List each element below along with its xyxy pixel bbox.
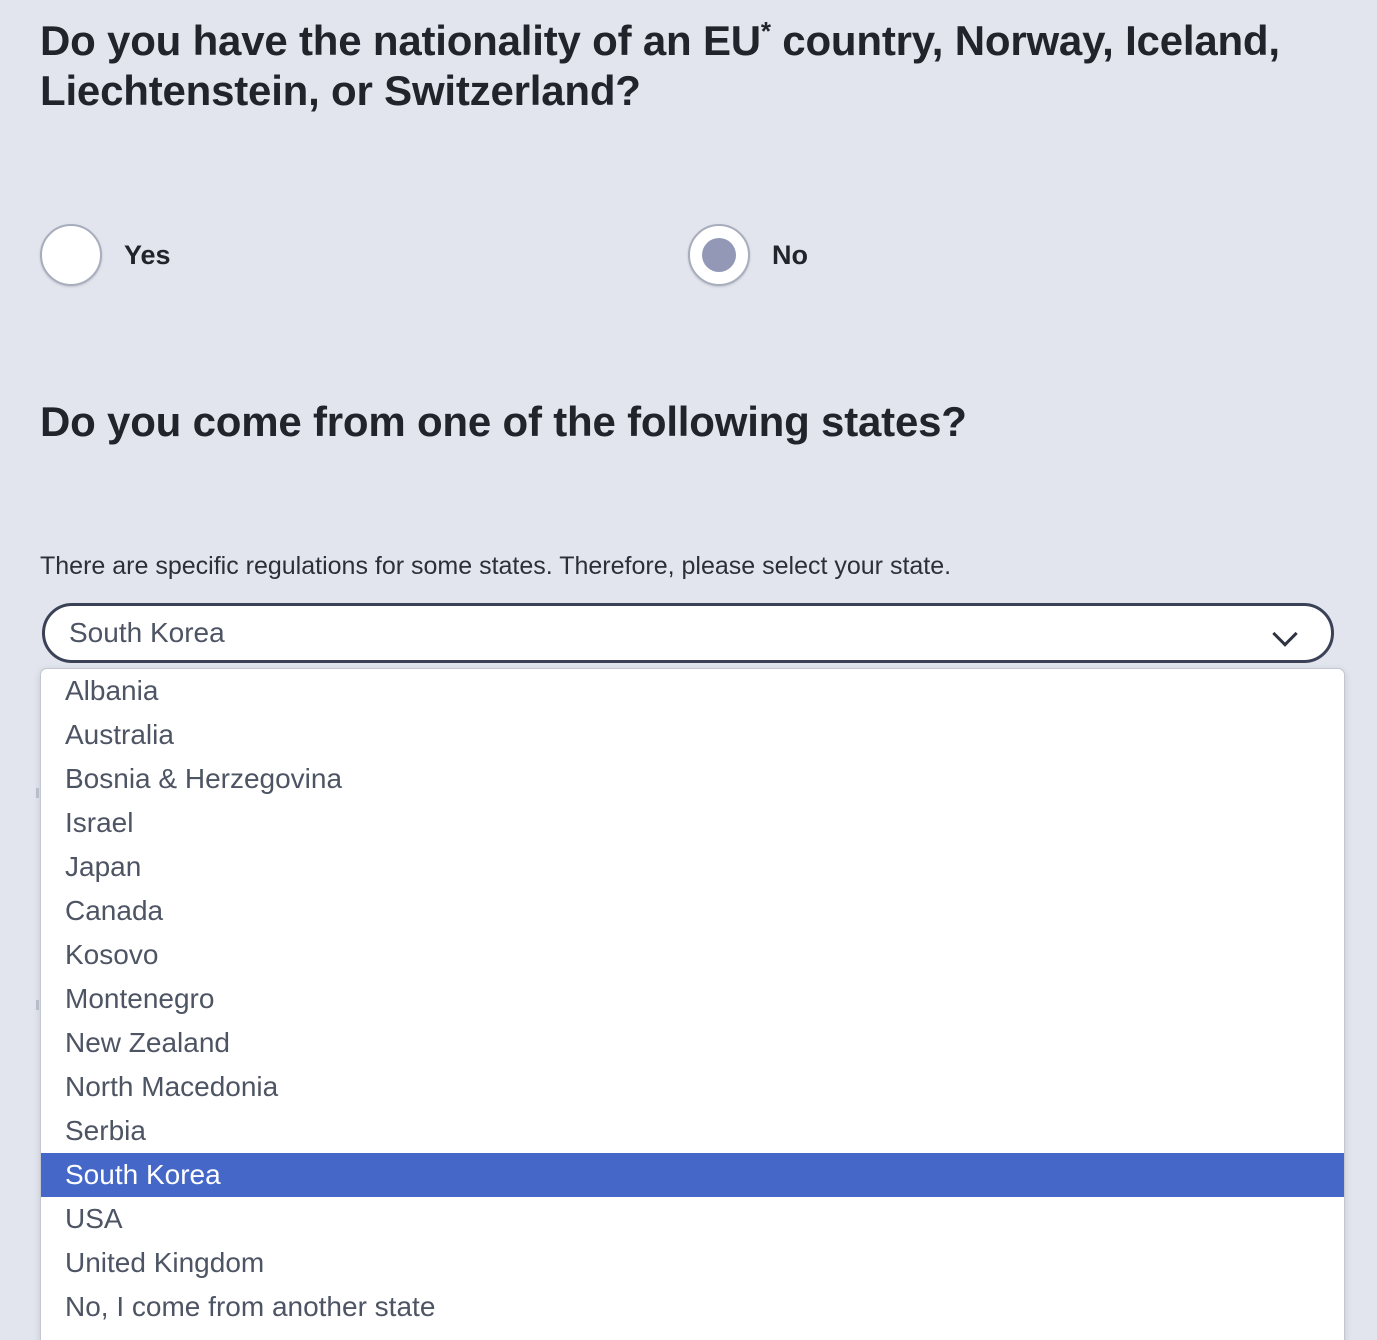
radio-option-yes[interactable]: Yes bbox=[40, 218, 171, 292]
radio-label-no: No bbox=[772, 239, 808, 270]
dropdown-option[interactable]: Albania bbox=[41, 669, 1344, 713]
radio-dot-no bbox=[702, 238, 736, 272]
dropdown-option[interactable]: No, I come from another state bbox=[41, 1285, 1344, 1329]
radio-option-no[interactable]: No bbox=[688, 218, 808, 292]
state-select[interactable]: South Korea bbox=[42, 603, 1334, 663]
dropdown-option[interactable]: Serbia bbox=[41, 1109, 1344, 1153]
dropdown-option[interactable]: Israel bbox=[41, 801, 1344, 845]
form-page: Do you have the nationality of an EU* co… bbox=[0, 0, 1377, 1340]
background-edge-artifact-1 bbox=[36, 788, 39, 798]
asterisk-footnote-marker: * bbox=[760, 16, 771, 46]
radio-label-yes: Yes bbox=[124, 239, 171, 270]
dropdown-option[interactable]: USA bbox=[41, 1197, 1344, 1241]
question-1-heading: Do you have the nationality of an EU* co… bbox=[40, 16, 1330, 115]
state-select-dropdown[interactable]: Albania Australia Bosnia & Herzegovina Isra… bbox=[40, 668, 1345, 1340]
dropdown-option[interactable]: Japan bbox=[41, 845, 1344, 889]
dropdown-option[interactable]: Montenegro bbox=[41, 977, 1344, 1021]
radio-circle-yes[interactable] bbox=[40, 224, 102, 286]
nationality-radio-group: Yes No bbox=[40, 218, 1330, 292]
dropdown-option[interactable]: Canada bbox=[41, 889, 1344, 933]
dropdown-option[interactable]: North Macedonia bbox=[41, 1065, 1344, 1109]
radio-circle-no[interactable] bbox=[688, 224, 750, 286]
state-select-value: South Korea bbox=[69, 619, 225, 647]
dropdown-option[interactable]: New Zealand bbox=[41, 1021, 1344, 1065]
dropdown-option[interactable]: United Kingdom bbox=[41, 1241, 1344, 1285]
dropdown-option[interactable]: Australia bbox=[41, 713, 1344, 757]
background-edge-artifact-2 bbox=[36, 1000, 39, 1010]
state-select-help-text: There are specific regulations for some … bbox=[40, 552, 952, 580]
question-2-heading: Do you come from one of the following st… bbox=[40, 398, 967, 445]
dropdown-option[interactable]: Bosnia & Herzegovina bbox=[41, 757, 1344, 801]
dropdown-option[interactable]: Kosovo bbox=[41, 933, 1344, 977]
chevron-down-icon[interactable] bbox=[1273, 625, 1299, 641]
dropdown-option[interactable]: South Korea bbox=[41, 1153, 1344, 1197]
question-1-text-part-1: Do you have the nationality of an EU bbox=[40, 17, 761, 64]
